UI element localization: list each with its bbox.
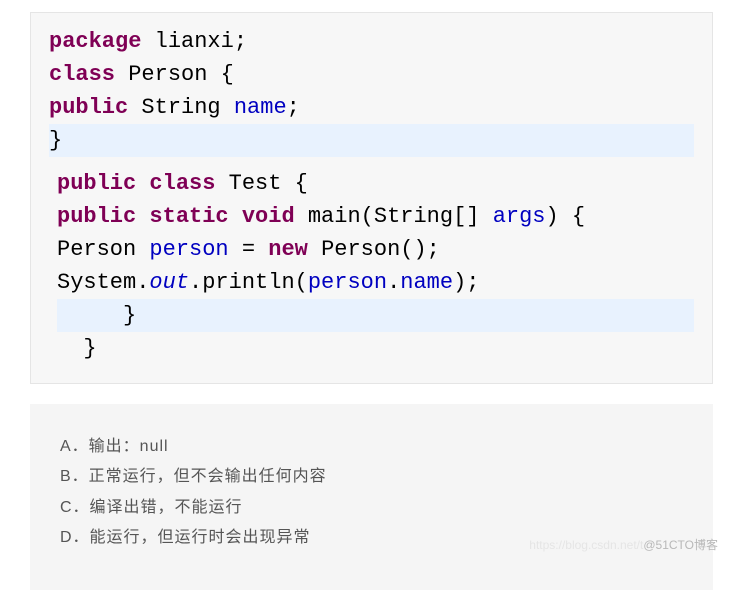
code-line-10: } bbox=[57, 332, 694, 365]
keyword-class: class bbox=[49, 62, 115, 87]
option-a: A．输出：null bbox=[60, 432, 683, 462]
code-line-1: package lianxi; bbox=[49, 25, 694, 58]
code-line-3: public String name; bbox=[49, 91, 694, 124]
code-block: package lianxi; class Person { public St… bbox=[30, 12, 713, 384]
field-name: name bbox=[234, 95, 287, 120]
watermark: https://blog.csdn.net/t@51CTO博客 bbox=[529, 536, 718, 553]
code-line-8: System.out.println(person.name); bbox=[57, 266, 694, 299]
watermark-left: https://blog.csdn.net/t bbox=[529, 538, 643, 552]
answer-options: A．输出：null B．正常运行，但不会输出任何内容 C．编译出错，不能运行 D… bbox=[30, 404, 713, 590]
code-class-person: package lianxi; class Person { public St… bbox=[49, 25, 694, 157]
keyword-public: public bbox=[49, 95, 128, 120]
code-line-7: Person person = new Person(); bbox=[57, 233, 694, 266]
code-line-9: } bbox=[57, 299, 694, 332]
code-class-test: public class Test { public static void m… bbox=[49, 167, 694, 365]
code-line-5: public class Test { bbox=[57, 167, 694, 200]
keyword-package: package bbox=[49, 29, 141, 54]
code-line-4: } bbox=[49, 124, 694, 157]
option-c: C．编译出错，不能运行 bbox=[60, 493, 683, 523]
option-b: B．正常运行，但不会输出任何内容 bbox=[60, 462, 683, 492]
static-field-out: out bbox=[149, 270, 189, 295]
watermark-right: @51CTO博客 bbox=[643, 538, 718, 552]
code-line-6: public static void main(String[] args) { bbox=[57, 200, 694, 233]
code-line-2: class Person { bbox=[49, 58, 694, 91]
